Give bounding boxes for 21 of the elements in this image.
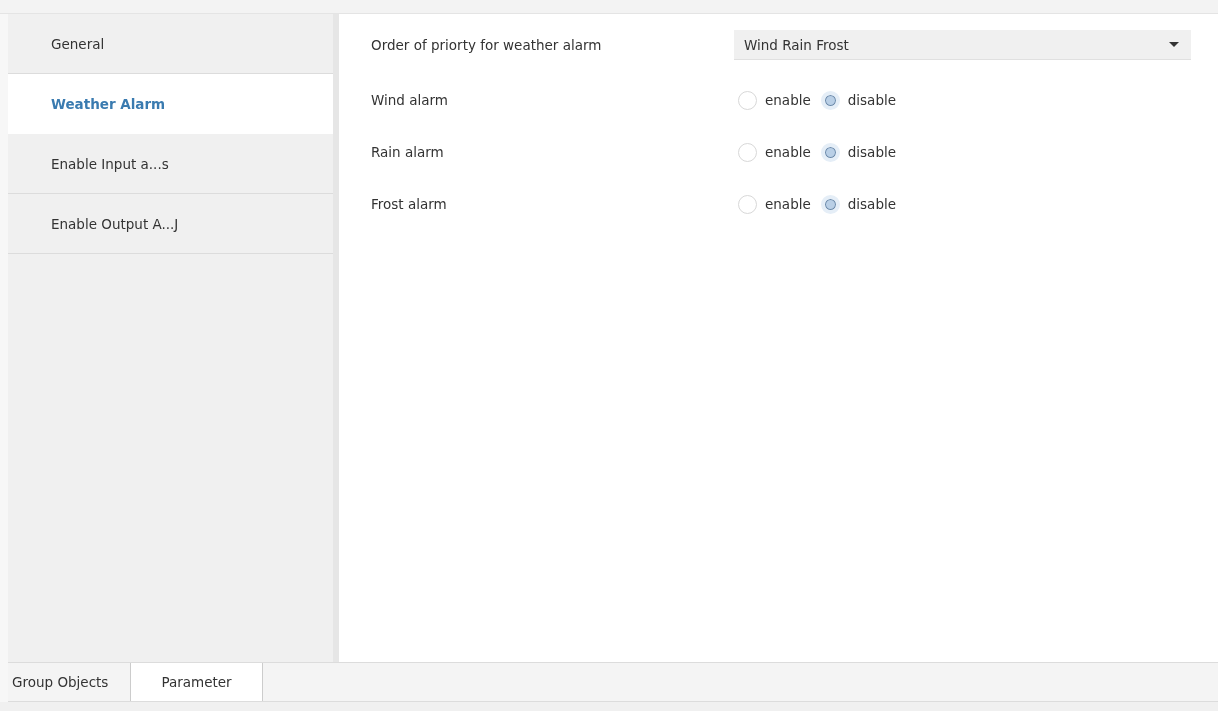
radio-label[interactable]: enable	[765, 92, 811, 108]
caret-icon	[1169, 42, 1179, 47]
radio-button[interactable]	[738, 90, 757, 110]
radio-button[interactable]	[820, 194, 840, 214]
radio-label[interactable]: disable	[847, 144, 897, 160]
radio-label[interactable]: disable	[847, 92, 897, 108]
radio-button[interactable]	[738, 194, 757, 214]
tab[interactable]: Group Objects	[8, 663, 131, 701]
parameter-label: Wind alarm	[371, 92, 449, 108]
sidebar-item[interactable]: Weather Alarm	[8, 74, 333, 134]
radio-label[interactable]: enable	[765, 144, 811, 160]
radio-button[interactable]	[820, 90, 840, 110]
tab[interactable]: Parameter	[130, 663, 263, 701]
parameter-label: Order of priorty for weather alarm	[371, 37, 603, 53]
radio-label[interactable]: enable	[765, 196, 811, 212]
radio-label[interactable]: disable	[847, 196, 897, 212]
radio-button[interactable]	[820, 142, 840, 162]
radio-button[interactable]	[738, 142, 757, 162]
parameter-label: Frost alarm	[371, 196, 448, 212]
parameter-label: Rain alarm	[371, 144, 445, 160]
dropdown-field[interactable]: Wind Rain Frost	[734, 30, 1191, 60]
